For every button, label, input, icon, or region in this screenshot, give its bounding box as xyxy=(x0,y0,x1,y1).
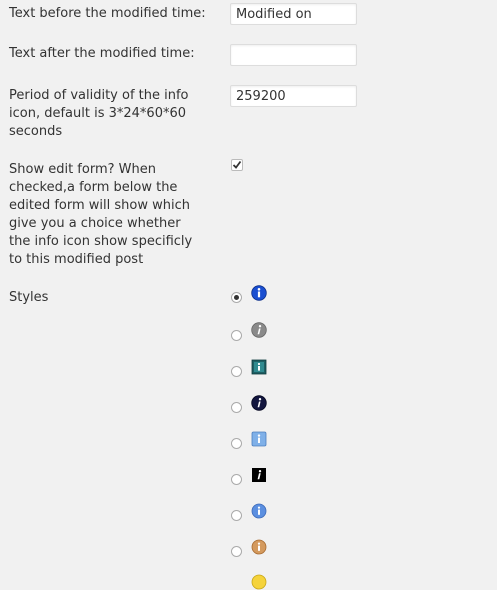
text-before-input[interactable] xyxy=(230,3,357,25)
styles-label: Styles xyxy=(9,290,49,305)
info-black-square-icon xyxy=(252,468,266,482)
text-before-label: Text before the modified time: xyxy=(9,6,206,21)
info-gray-circle-icon xyxy=(251,322,267,338)
style-radio-3[interactable] xyxy=(231,366,242,377)
text-after-input[interactable] xyxy=(230,44,357,66)
show-edit-form-label: Show edit form? When checked,a form belo… xyxy=(9,162,193,267)
style-radio-2[interactable] xyxy=(231,330,242,341)
style-radio-1[interactable] xyxy=(231,292,242,303)
text-after-label: Text after the modified time: xyxy=(9,46,195,61)
validity-label: Period of validity of the info icon, def… xyxy=(9,88,189,139)
style-radio-4[interactable] xyxy=(231,402,242,413)
info-dark-circle-icon xyxy=(251,395,267,411)
style-radio-5[interactable] xyxy=(231,438,242,449)
validity-input[interactable] xyxy=(230,85,357,107)
show-edit-form-checkbox[interactable] xyxy=(231,159,243,171)
style-radio-7[interactable] xyxy=(231,510,242,521)
style-radio-8[interactable] xyxy=(231,546,242,557)
info-blue-circle-icon xyxy=(251,285,267,301)
style-radio-6[interactable] xyxy=(231,474,242,485)
info-lightblue-circle-icon xyxy=(251,503,267,519)
info-teal-square-icon xyxy=(251,359,267,375)
checkmark-icon xyxy=(232,160,242,169)
info-yellow-circle-icon xyxy=(251,574,267,590)
info-lightblue-square-icon xyxy=(251,431,267,447)
info-bronze-circle-icon xyxy=(251,539,267,555)
